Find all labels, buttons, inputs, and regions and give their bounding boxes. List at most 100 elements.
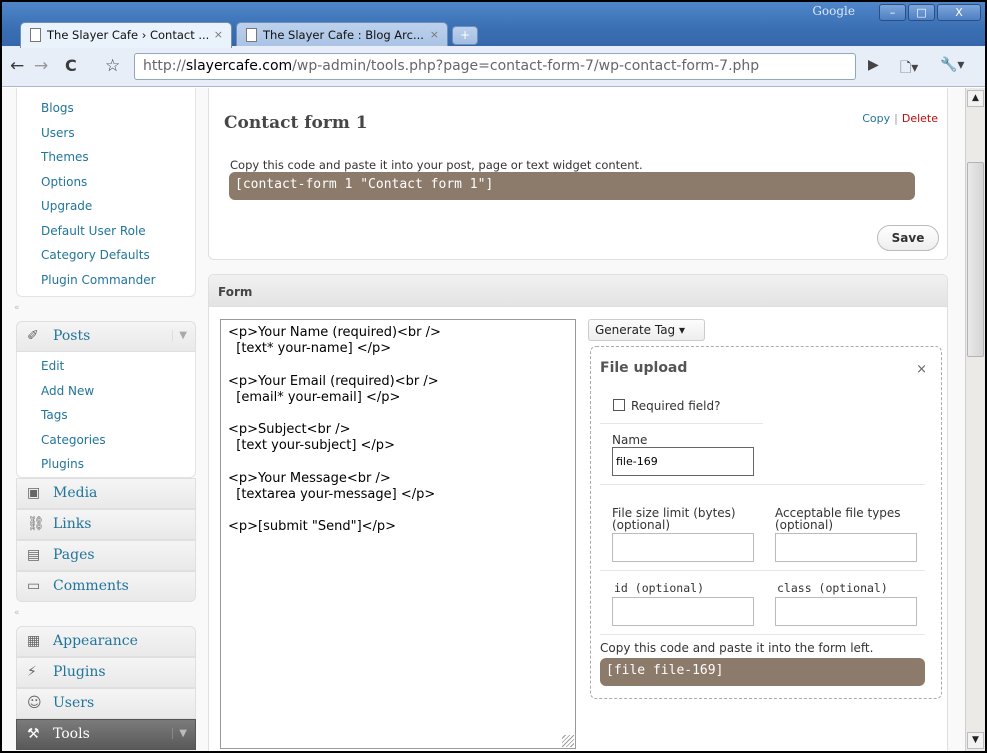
wrench-menu-icon[interactable]: 🔧▾ (940, 57, 964, 73)
go-icon[interactable]: ▶ (868, 57, 879, 73)
url-path: /wp-admin/tools.php?page=contact-form-7/… (292, 58, 760, 74)
menu-separator[interactable]: « (14, 297, 196, 321)
generate-tag-dropdown[interactable]: Generate Tag ▾ (588, 319, 705, 341)
link-icon: ⛓ (27, 515, 45, 532)
divider (600, 423, 763, 424)
shortcode-field[interactable]: [contact-form 1 "Contact form 1"] (229, 172, 915, 200)
tag-code-field[interactable]: [file file-169] (600, 658, 925, 686)
new-tab-button[interactable]: + (452, 26, 478, 45)
code-line: [text* your-name] </p> (228, 341, 392, 357)
required-checkbox[interactable] (613, 399, 625, 411)
submenu-categories[interactable]: Categories (41, 428, 195, 453)
submenu-tags[interactable]: Tags (41, 403, 195, 428)
sidebar-item-label: Links (53, 515, 92, 532)
url-domain: slayercafe.com (185, 58, 293, 74)
file-size-label-line: (optional) (612, 518, 670, 532)
window-controls: – □ X (879, 4, 981, 21)
collapse-arrow-icon: « (14, 303, 20, 313)
code-line: [email* your-email] </p> (228, 389, 401, 405)
tag-generator-title: File upload (600, 360, 688, 376)
sidebar-item-tools[interactable]: ⚒ Tools ▼ (16, 718, 196, 750)
sidebar-item-label: Posts (53, 328, 91, 344)
resize-handle[interactable] (562, 735, 574, 747)
browser-window: Google – □ X The Slayer Cafe › Contact .… (2, 2, 985, 751)
submenu-category-defaults[interactable]: Category Defaults (41, 243, 195, 268)
address-bar[interactable]: http://slayercafe.com/wp-admin/tools.php… (134, 53, 856, 80)
copy-link[interactable]: Copy (862, 112, 890, 125)
sidebar-item-label: Users (53, 694, 95, 711)
appearance-icon: ▦ (27, 632, 41, 649)
forward-icon[interactable]: → (34, 56, 48, 76)
tab-contact[interactable]: The Slayer Cafe › Contact ... × (20, 22, 232, 48)
submenu-blogs[interactable]: Blogs (41, 96, 195, 121)
scroll-up-icon[interactable]: ▲ (967, 90, 984, 107)
form-panel-heading: Form (209, 275, 947, 307)
page-menu-icon[interactable]: 🗋▾ (900, 57, 918, 81)
delete-link[interactable]: Delete (902, 112, 938, 125)
class-input[interactable] (775, 597, 917, 626)
close-window-button[interactable]: X (937, 4, 981, 21)
scroll-down-icon[interactable]: ▼ (967, 732, 984, 749)
submenu-edit[interactable]: Edit (41, 354, 195, 379)
dropdown-arrow-icon[interactable]: ▼ (172, 330, 187, 341)
sidebar-item-comments[interactable]: ▭ Comments (16, 570, 196, 602)
comments-icon: ▭ (27, 577, 41, 594)
divider (600, 570, 925, 571)
tab-close-icon[interactable]: × (430, 28, 439, 41)
sidebar-item-links[interactable]: ⛓ Links (16, 508, 196, 540)
name-field[interactable]: file-169 (612, 447, 754, 476)
back-icon[interactable]: ← (10, 56, 24, 76)
submenu-options[interactable]: Options (41, 170, 195, 195)
vertical-scrollbar[interactable]: ▲ ▼ (965, 88, 985, 751)
collapse-arrow-icon: « (14, 607, 20, 618)
tab-title: The Slayer Cafe › Contact ... (47, 28, 210, 42)
submenu-upgrade[interactable]: Upgrade (41, 194, 195, 219)
divider (600, 484, 925, 485)
contact-form-title: Contact form 1 (224, 113, 368, 133)
required-field-option[interactable]: Required field? (613, 399, 720, 413)
tools-icon: ⚒ (27, 725, 40, 742)
dropdown-arrow-icon[interactable]: ▼ (172, 727, 187, 739)
sidebar-item-posts[interactable]: ✐ Posts ▼ (16, 321, 196, 352)
id-input[interactable] (612, 597, 754, 626)
url-prefix: http:// (143, 58, 186, 74)
tab-close-icon[interactable]: × (214, 28, 223, 41)
code-line: <p>Subject<br /> (228, 422, 351, 438)
file-size-input[interactable] (612, 533, 754, 562)
minimize-button[interactable]: – (879, 4, 906, 21)
file-types-label: Acceptable file types (optional) (775, 507, 901, 531)
scroll-thumb[interactable] (967, 162, 984, 357)
sidebar-item-users[interactable]: ☺ Users (16, 687, 196, 719)
code-line: [text your-subject] </p> (228, 438, 395, 454)
submenu-default-user-role[interactable]: Default User Role (41, 219, 195, 244)
save-button[interactable]: Save (877, 225, 939, 251)
sidebar-item-label: Appearance (53, 632, 138, 649)
sidebar-item-plugins[interactable]: ⚡ Plugins (16, 656, 196, 688)
close-icon[interactable]: × (916, 362, 927, 377)
form-code-textarea[interactable]: <p>Your Name (required)<br /> [text* you… (220, 319, 576, 749)
submenu-users[interactable]: Users (41, 121, 195, 146)
sidebar-item-label: Comments (53, 577, 129, 594)
submenu-plugin-commander[interactable]: Plugin Commander (41, 268, 195, 293)
submenu-add-new[interactable]: Add New (41, 379, 195, 404)
sidebar-item-appearance[interactable]: ▦ Appearance (16, 625, 196, 657)
reload-icon[interactable]: C (65, 56, 77, 75)
file-types-input[interactable] (775, 533, 917, 562)
form-actions: Copy | Delete (862, 112, 938, 125)
media-icon: ▣ (27, 484, 41, 501)
sidebar-item-pages[interactable]: ▤ Pages (16, 539, 196, 571)
sidebar-item-media[interactable]: ▣ Media (16, 477, 196, 509)
code-line: <p>Your Message<br /> (228, 470, 391, 486)
tab-title: The Slayer Cafe : Blog Arc... (263, 28, 424, 42)
bookmark-star-icon[interactable]: ☆ (105, 56, 120, 76)
submenu-themes[interactable]: Themes (41, 145, 195, 170)
pin-icon: ✐ (27, 328, 39, 344)
divider (600, 634, 925, 635)
menu-separator[interactable]: « (14, 602, 196, 626)
tab-blog-archive[interactable]: The Slayer Cafe : Blog Arc... × (236, 22, 448, 48)
sidebar-item-label: Pages (53, 546, 95, 563)
submenu-plugins[interactable]: Plugins (41, 452, 195, 477)
maximize-button[interactable]: □ (908, 4, 935, 21)
